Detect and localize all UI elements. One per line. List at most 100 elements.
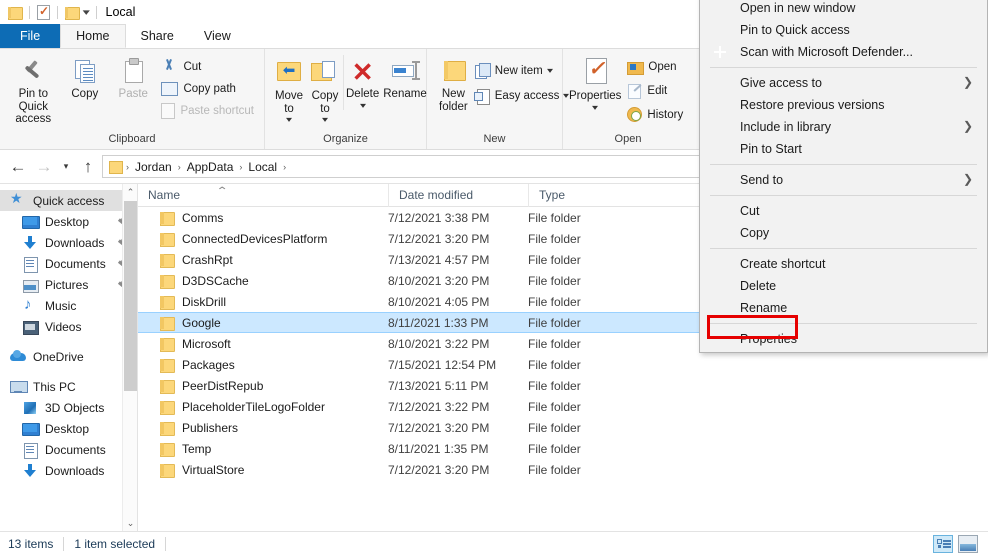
button-label: Delete	[346, 88, 380, 100]
forward-button[interactable]: →	[32, 155, 56, 179]
file-name-cell[interactable]: Packages	[138, 358, 388, 373]
tab-view[interactable]: View	[189, 24, 246, 48]
file-name-cell[interactable]: VirtualStore	[138, 463, 388, 478]
menu-item-pin-to-start[interactable]: Pin to Start	[700, 138, 987, 160]
menu-item-scan-with-microsoft-defender[interactable]: Scan with Microsoft Defender...	[700, 41, 987, 63]
file-name-cell[interactable]: DiskDrill	[138, 295, 388, 310]
scrollbar-thumb[interactable]	[124, 201, 137, 391]
table-row[interactable]: VirtualStore 7/12/2021 3:20 PM File folder	[138, 459, 988, 480]
sidebar-item-desktop-pc[interactable]: Desktop	[0, 418, 137, 439]
breadcrumb-item-local[interactable]: Local	[243, 160, 282, 174]
menu-item-delete[interactable]: Delete	[700, 275, 987, 297]
column-header-date-modified[interactable]: Date modified	[388, 184, 528, 207]
table-row[interactable]: PlaceholderTileLogoFolder 7/12/2021 3:22 …	[138, 396, 988, 417]
copy-path-button[interactable]: Copy path	[157, 79, 258, 98]
sidebar-item-videos[interactable]: Videos	[0, 316, 137, 337]
file-name-cell[interactable]: PeerDistRepub	[138, 379, 388, 394]
new-item-button[interactable]: New item ▾	[470, 61, 573, 80]
sidebar-item-this-pc[interactable]: This PC	[0, 376, 137, 397]
table-row[interactable]: Temp 8/11/2021 1:35 PM File folder	[138, 438, 988, 459]
file-name-cell[interactable]: CrashRpt	[138, 253, 388, 268]
menu-item-create-shortcut[interactable]: Create shortcut	[700, 253, 987, 275]
properties-button[interactable]: ✓ Properties ▾	[567, 53, 623, 112]
tab-share[interactable]: Share	[126, 24, 189, 48]
large-icons-view-button[interactable]	[958, 535, 978, 553]
menu-item-rename[interactable]: Rename	[700, 297, 987, 319]
paste-shortcut-button[interactable]: Paste shortcut	[157, 101, 258, 120]
column-header-name[interactable]: Name ⌃	[138, 184, 388, 207]
paste-button[interactable]: Paste	[109, 53, 157, 101]
menu-item-pin-to-quick-access[interactable]: Pin to Quick access	[700, 19, 987, 41]
file-name-cell[interactable]: ConnectedDevicesPlatform	[138, 232, 388, 247]
sidebar-item-downloads[interactable]: Downloads	[0, 232, 137, 253]
chevron-down-icon[interactable]: ▾	[360, 101, 366, 110]
sidebar-item-documents[interactable]: Documents	[0, 253, 137, 274]
menu-item-include-in-library[interactable]: Include in library ❯	[700, 116, 987, 138]
file-name-cell[interactable]: D3DSCache	[138, 274, 388, 289]
delete-button[interactable]: ✕ Delete ▾	[343, 55, 381, 110]
folder-icon[interactable]	[8, 6, 23, 20]
recent-locations-button[interactable]: ▾	[58, 155, 74, 179]
easy-access-button[interactable]: Easy access ▾	[470, 86, 573, 105]
scroll-down-icon[interactable]: ⌄	[123, 515, 137, 531]
cut-button[interactable]: Cut	[157, 57, 258, 76]
file-name-cell[interactable]: Comms	[138, 211, 388, 226]
desktop-icon	[22, 421, 40, 437]
table-row[interactable]: PeerDistRepub 7/13/2021 5:11 PM File folde…	[138, 375, 988, 396]
file-name-cell[interactable]: Google	[138, 316, 388, 331]
file-name-cell[interactable]: Temp	[138, 442, 388, 457]
sidebar-item-downloads-pc[interactable]: Downloads	[0, 460, 137, 481]
sidebar-item-documents-pc[interactable]: Documents	[0, 439, 137, 460]
open-button[interactable]: Open	[623, 57, 687, 76]
menu-item-cut[interactable]: Cut	[700, 200, 987, 222]
menu-item-restore-previous-versions[interactable]: Restore previous versions	[700, 94, 987, 116]
menu-item-properties[interactable]: Properties	[700, 328, 987, 350]
edit-button[interactable]: Edit	[623, 81, 687, 100]
music-icon	[22, 296, 38, 314]
sidebar-item-pictures[interactable]: Pictures	[0, 274, 137, 295]
breadcrumb-item-appdata[interactable]: AppData	[182, 160, 239, 174]
pin-to-quick-access-button[interactable]: Pin to Quick access	[6, 53, 61, 126]
chevron-down-icon[interactable]: ▾	[322, 115, 328, 124]
rename-button[interactable]: Rename	[381, 55, 428, 101]
copy-button[interactable]: Copy	[61, 53, 109, 101]
history-button[interactable]: History	[623, 105, 687, 124]
column-header-type[interactable]: Type	[528, 184, 678, 207]
chevron-down-icon[interactable]: ▾	[592, 103, 598, 112]
file-name-cell[interactable]: Publishers	[138, 421, 388, 436]
context-menu: Open in new window Pin to Quick access Sca…	[699, 0, 988, 353]
date-modified: 8/10/2021 3:22 PM	[388, 336, 490, 351]
scroll-up-icon[interactable]: ⌃	[123, 184, 137, 200]
menu-item-give-access-to[interactable]: Give access to ❯	[700, 72, 987, 94]
sidebar-item-label: Documents	[45, 256, 106, 271]
up-button[interactable]: ↑	[76, 155, 100, 179]
chevron-down-icon[interactable]: ▾	[286, 115, 292, 124]
details-view-button[interactable]	[933, 535, 953, 553]
file-name-cell[interactable]: PlaceholderTileLogoFolder	[138, 400, 388, 415]
tab-home[interactable]: Home	[60, 24, 126, 48]
menu-item-copy[interactable]: Copy	[700, 222, 987, 244]
sidebar-item-quick-access[interactable]: Quick access	[0, 190, 137, 211]
chevron-down-icon[interactable]: ▾	[83, 7, 90, 18]
sidebar-item-onedrive[interactable]: OneDrive	[0, 346, 137, 367]
folder-icon[interactable]	[65, 6, 80, 20]
move-to-button[interactable]: ⬅ Move to ▾	[271, 55, 307, 124]
file-type: File folder	[528, 441, 581, 456]
file-name-cell[interactable]: Microsoft	[138, 337, 388, 352]
sidebar-item-3d-objects[interactable]: 3D Objects	[0, 397, 137, 418]
copy-to-button[interactable]: Copy to ▾	[307, 55, 343, 124]
sidebar-item-music[interactable]: Music	[0, 295, 137, 316]
chevron-down-icon[interactable]: ▾	[547, 66, 553, 75]
table-row[interactable]: Packages 7/15/2021 12:54 PM File folder	[138, 354, 988, 375]
menu-item-open-in-new-window[interactable]: Open in new window	[700, 0, 987, 19]
sidebar-item-desktop[interactable]: Desktop	[0, 211, 137, 232]
tab-file[interactable]: File	[0, 24, 61, 48]
table-row[interactable]: Publishers 7/12/2021 3:20 PM File folder	[138, 417, 988, 438]
new-folder-button[interactable]: New folder	[437, 53, 470, 113]
back-button[interactable]: ←	[6, 155, 30, 179]
menu-item-send-to[interactable]: Send to ❯	[700, 169, 987, 191]
navigation-pane: Quick access Desktop Downloads Documents…	[0, 184, 137, 531]
properties-icon[interactable]	[37, 4, 50, 20]
navigation-scrollbar[interactable]: ⌃ ⌄	[122, 184, 137, 531]
breadcrumb-item-jordan[interactable]: Jordan	[130, 160, 177, 174]
